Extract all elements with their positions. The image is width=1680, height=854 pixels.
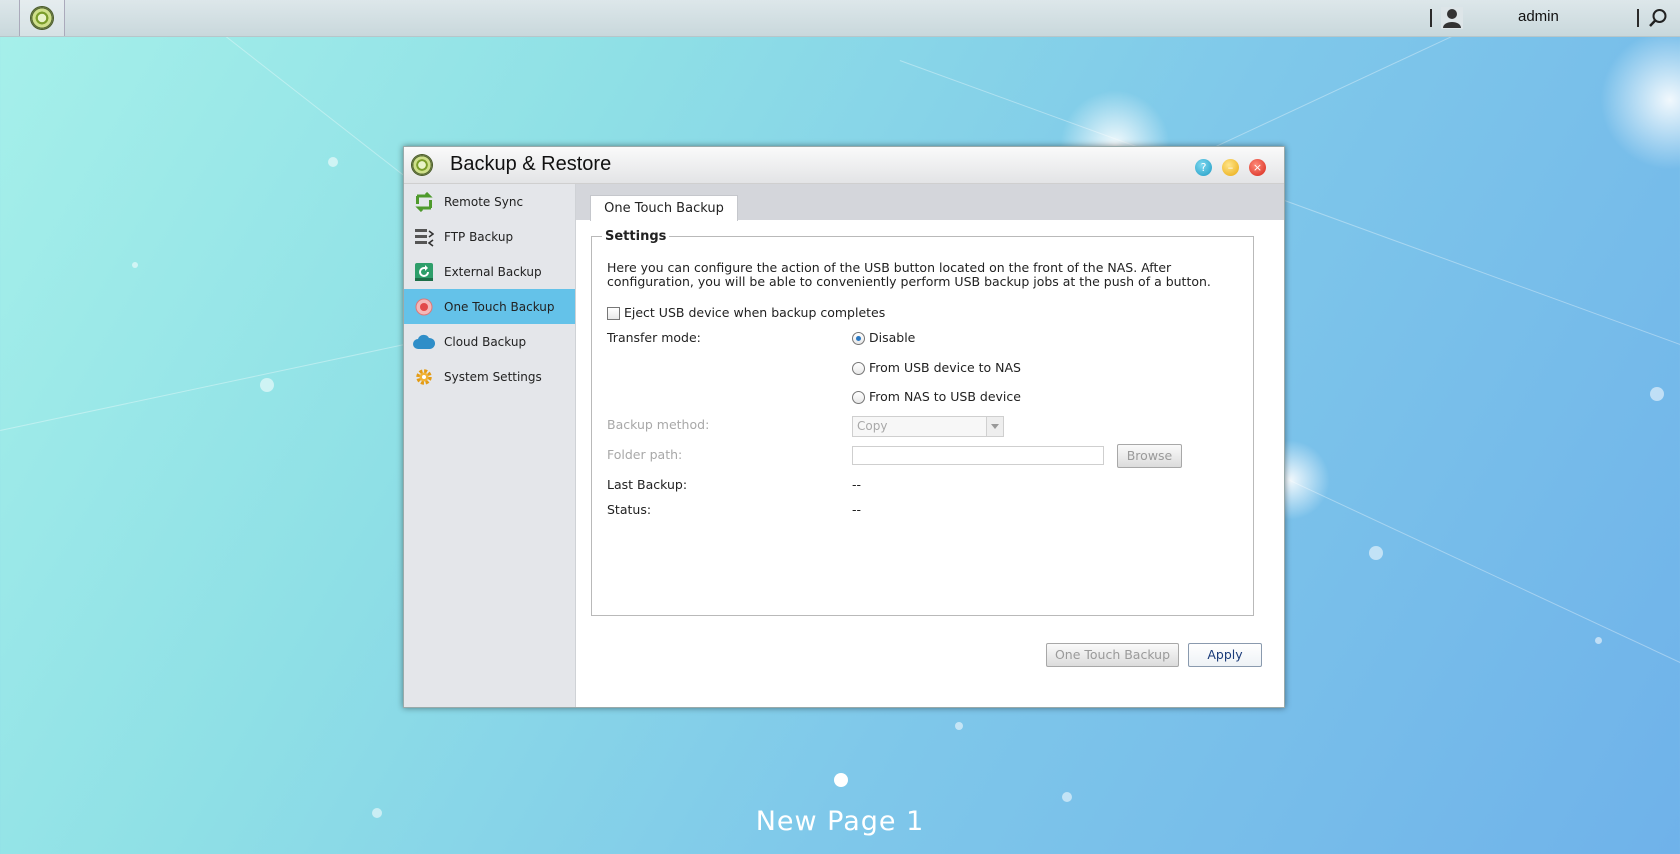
sidebar-item-ftp-backup[interactable]: FTP Backup — [404, 219, 575, 254]
folder-path-label: Folder path: — [607, 447, 683, 462]
user-icon[interactable] — [1441, 7, 1463, 29]
search-icon[interactable] — [1648, 8, 1668, 28]
window-title: Backup & Restore — [450, 153, 612, 175]
background-glow — [1600, 30, 1680, 170]
settings-group: Settings Here you can configure the acti… — [591, 229, 1254, 616]
background-dot — [1595, 637, 1602, 644]
page-label: New Page 1 — [755, 806, 925, 837]
settings-description: Here you can configure the action of the… — [607, 260, 1211, 289]
sidebar-item-system-settings[interactable]: System Settings — [404, 359, 575, 394]
background-line — [1289, 480, 1680, 735]
eject-usb-checkbox[interactable] — [607, 307, 620, 320]
status-label: Status: — [607, 502, 652, 517]
backup-method-select[interactable]: Copy — [852, 416, 1004, 437]
transfer-usb-to-nas-label[interactable]: From USB device to NAS — [869, 360, 1021, 375]
sidebar-item-label: Remote Sync — [444, 194, 524, 209]
browse-button[interactable]: Browse — [1117, 444, 1182, 468]
top-bar: admin — [0, 0, 1680, 37]
last-backup-value: -- — [852, 477, 862, 492]
backup-restore-window: Backup & Restore ? – × Remote Sync FTP B… — [403, 146, 1285, 708]
sidebar-item-external-backup[interactable]: External Backup — [404, 254, 575, 289]
background-dot — [1062, 792, 1072, 802]
background-dot — [1369, 546, 1383, 560]
divider — [1430, 9, 1432, 27]
sidebar-item-remote-sync[interactable]: Remote Sync — [404, 184, 575, 219]
sidebar-item-one-touch-backup[interactable]: One Touch Backup — [404, 289, 575, 324]
chevron-down-icon — [986, 417, 1003, 436]
help-icon[interactable]: ? — [1195, 159, 1212, 176]
transfer-mode-label: Transfer mode: — [607, 330, 701, 345]
main-content: One Touch Backup Settings Here you can c… — [576, 184, 1284, 707]
status-value: -- — [852, 502, 862, 517]
backup-method-value: Copy — [857, 419, 888, 433]
app-logo-icon — [412, 155, 432, 175]
window-titlebar[interactable]: Backup & Restore ? – × — [404, 147, 1284, 184]
ftp-backup-icon — [413, 226, 435, 248]
sidebar: Remote Sync FTP Backup External Backup O… — [404, 184, 576, 707]
tab-one-touch-backup[interactable]: One Touch Backup — [590, 195, 738, 221]
background-dot — [260, 378, 274, 392]
main-menu-button[interactable] — [19, 0, 65, 36]
close-icon[interactable]: × — [1249, 159, 1266, 176]
gear-icon — [413, 366, 435, 388]
background-dot — [1650, 387, 1664, 401]
transfer-nas-to-usb-radio[interactable] — [852, 391, 865, 404]
minimize-icon[interactable]: – — [1222, 159, 1239, 176]
background-dot — [955, 722, 963, 730]
sidebar-item-label: Cloud Backup — [444, 334, 527, 349]
sidebar-item-label: FTP Backup — [444, 229, 514, 244]
sidebar-item-label: System Settings — [444, 369, 542, 384]
remote-sync-icon — [413, 191, 435, 213]
last-backup-label: Last Backup: — [607, 477, 688, 492]
one-touch-backup-button[interactable]: One Touch Backup — [1046, 643, 1179, 667]
background-dot — [328, 157, 338, 167]
apply-button[interactable]: Apply — [1188, 643, 1262, 667]
app-logo-icon — [31, 7, 53, 29]
settings-legend: Settings — [605, 229, 667, 244]
transfer-disable-label[interactable]: Disable — [869, 330, 915, 345]
cloud-icon — [413, 331, 435, 353]
external-backup-icon — [413, 261, 435, 283]
eject-usb-label[interactable]: Eject USB device when backup completes — [624, 305, 885, 320]
sidebar-item-cloud-backup[interactable]: Cloud Backup — [404, 324, 575, 359]
sidebar-item-label: External Backup — [444, 264, 542, 279]
page-indicator-dot[interactable] — [834, 773, 848, 787]
transfer-disable-radio[interactable] — [852, 332, 865, 345]
username[interactable]: admin — [1518, 8, 1559, 25]
transfer-usb-to-nas-radio[interactable] — [852, 362, 865, 375]
divider — [1637, 9, 1639, 27]
sidebar-item-label: One Touch Backup — [444, 299, 555, 314]
background-dot — [132, 262, 138, 268]
one-touch-backup-icon — [413, 296, 435, 318]
backup-method-label: Backup method: — [607, 417, 710, 432]
tab-strip: One Touch Backup — [576, 184, 1284, 221]
transfer-nas-to-usb-label[interactable]: From NAS to USB device — [869, 389, 1021, 404]
folder-path-input[interactable] — [852, 446, 1104, 465]
